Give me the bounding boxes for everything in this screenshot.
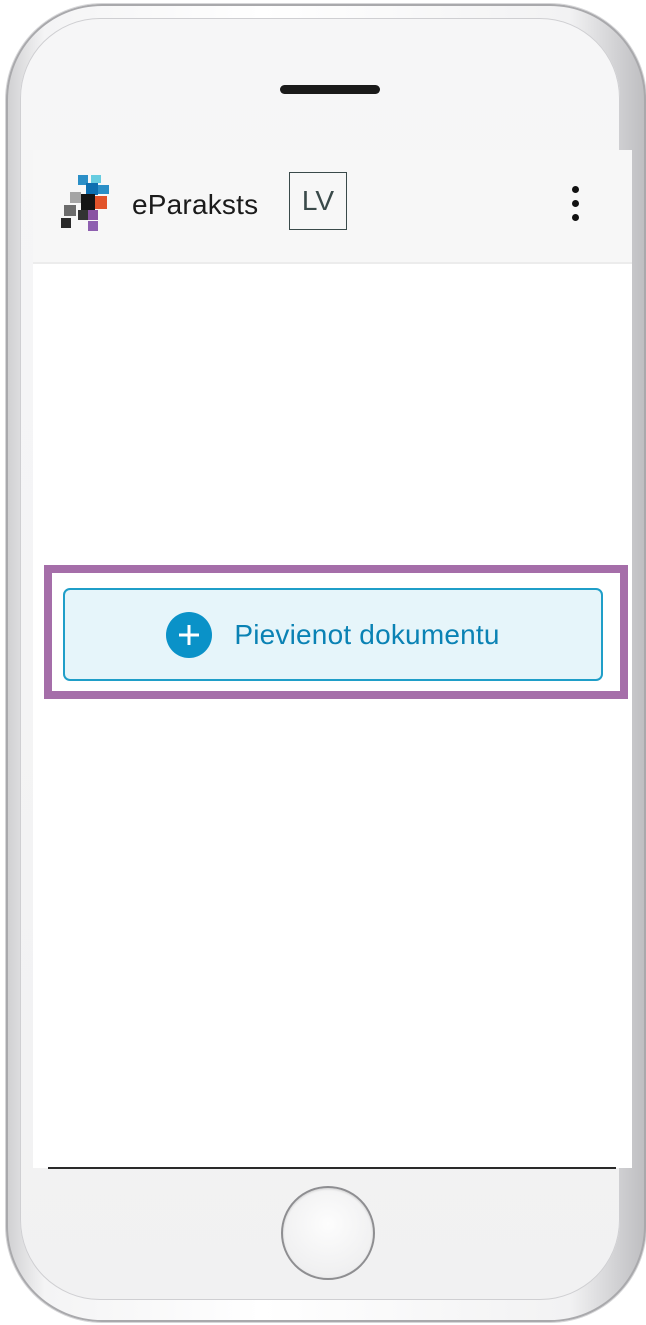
add-document-label: Pievienot dokumentu (234, 618, 500, 650)
screen-bottom-edge (48, 1167, 616, 1169)
brand-name: eParaksts (132, 189, 259, 220)
kebab-menu-icon[interactable] (567, 184, 583, 224)
add-document-button[interactable]: Pievienot dokumentu (63, 588, 603, 681)
plus-circle-icon (166, 611, 213, 658)
app-header: eParaksts LV (33, 150, 632, 264)
speaker-grille (280, 85, 380, 94)
brand-country-badge: LV (289, 172, 347, 230)
eparaksts-logo-icon (61, 175, 109, 231)
device-frame: eParaksts LV Pievienot dokumentu (0, 0, 646, 1325)
home-button[interactable] (281, 1186, 375, 1280)
